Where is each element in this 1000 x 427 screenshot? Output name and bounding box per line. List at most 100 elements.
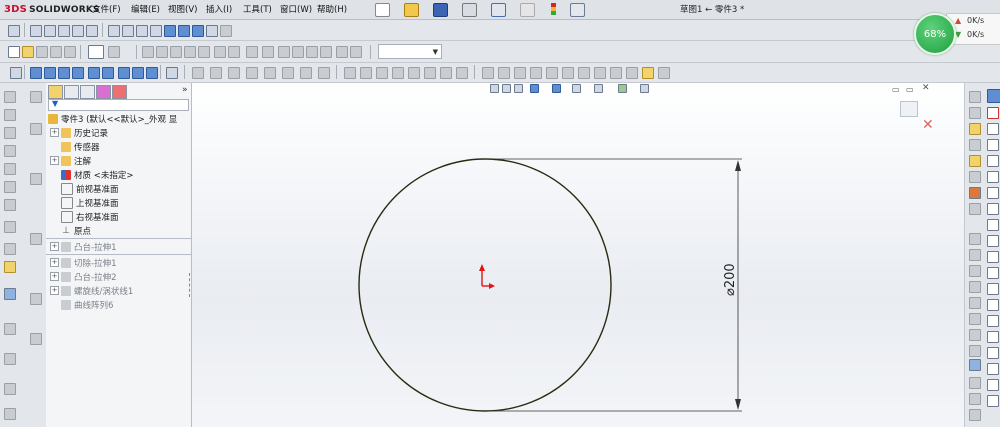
loft-icon[interactable] (72, 67, 84, 79)
ref-i-icon[interactable] (610, 67, 622, 79)
text-icon[interactable] (969, 329, 981, 341)
print-icon-2[interactable] (50, 46, 62, 58)
relation-icon[interactable] (969, 233, 981, 245)
tool-f-icon[interactable] (214, 46, 226, 58)
menu-file[interactable]: 文件(F) (92, 3, 121, 15)
tool-c-icon[interactable] (170, 46, 182, 58)
tree-root[interactable]: 零件3 (默认<<默认>_外观 显 (48, 112, 177, 125)
chamfer-icon[interactable] (118, 67, 130, 79)
view-3-icon[interactable] (136, 25, 148, 37)
configuration-tab-icon[interactable] (80, 85, 95, 99)
curves-icon[interactable] (166, 67, 178, 79)
strip-icon-16[interactable] (30, 293, 42, 305)
tool-d-icon[interactable] (184, 46, 196, 58)
line-icon[interactable] (987, 123, 999, 135)
menu-edit[interactable]: 编辑(E) (131, 3, 160, 15)
sketch-circle[interactable] (358, 158, 612, 412)
graphics-area[interactable]: ▭ ▭ ✕ ✕ ⌀200 (192, 83, 964, 427)
rebuild-icon[interactable] (551, 3, 556, 15)
ref-g-icon[interactable] (578, 67, 590, 79)
right-tool-1-icon[interactable] (969, 91, 981, 103)
strip-icon-1[interactable] (4, 91, 16, 103)
sketch-n-icon[interactable] (424, 67, 436, 79)
sketch-e-icon[interactable] (264, 67, 276, 79)
ref-b-icon[interactable] (498, 67, 510, 79)
sketch-j-icon[interactable] (360, 67, 372, 79)
tree-item-material[interactable]: 材质 <未指定> (50, 168, 133, 181)
view-palette-icon[interactable] (969, 171, 981, 183)
new-document-icon[interactable] (375, 3, 390, 17)
expand-icon[interactable]: + (50, 156, 59, 165)
sketch-a-icon[interactable] (192, 67, 204, 79)
strip-icon-7[interactable] (4, 199, 16, 211)
undo-icon[interactable] (491, 3, 506, 17)
ref-e-icon[interactable] (546, 67, 558, 79)
move-icon[interactable] (987, 347, 999, 359)
strip-icon-13[interactable] (30, 123, 42, 135)
strip-icon-18[interactable] (4, 323, 16, 335)
strip-icon-8[interactable] (4, 221, 16, 233)
tree-item-boss-extrude-1[interactable]: + 凸台-拉伸1 (50, 240, 116, 253)
smart-dim-icon[interactable] (969, 359, 981, 371)
shell-icon[interactable] (132, 67, 144, 79)
strip-icon-4[interactable] (4, 145, 16, 157)
tool-e-icon[interactable] (198, 46, 210, 58)
construction-icon[interactable] (969, 281, 981, 293)
smart-dimension-icon[interactable] (8, 25, 20, 37)
strip-icon-19[interactable] (4, 353, 16, 365)
sketch-b-icon[interactable] (210, 67, 222, 79)
extend-icon[interactable] (987, 299, 999, 311)
property-tab-icon[interactable] (64, 85, 79, 99)
redo-icon[interactable] (520, 3, 535, 17)
rotate-entity-icon[interactable] (987, 363, 999, 375)
ref-f-icon[interactable] (562, 67, 574, 79)
select-icon[interactable] (88, 45, 104, 59)
sketch-h-icon[interactable] (318, 67, 330, 79)
expand-icon[interactable]: + (50, 286, 59, 295)
menu-help[interactable]: 帮助(H) (317, 3, 347, 15)
sketch-c-icon[interactable] (228, 67, 240, 79)
centerline-icon[interactable] (969, 297, 981, 309)
display-relation-icon[interactable] (969, 265, 981, 277)
menu-tools[interactable]: 工具(T) (243, 3, 272, 15)
ref-h-icon[interactable] (594, 67, 606, 79)
expand-icon[interactable]: + (50, 242, 59, 251)
pan-icon[interactable] (72, 25, 84, 37)
appearances-icon[interactable] (969, 187, 981, 199)
strip-icon-12[interactable] (30, 91, 42, 103)
section-view-icon[interactable] (206, 25, 218, 37)
diameter-dimension-label[interactable]: ⌀200 (723, 263, 738, 296)
ref-l-icon[interactable] (658, 67, 670, 79)
tree-item-annotations[interactable]: + 注解 (50, 154, 91, 167)
tool-b-icon[interactable] (156, 46, 168, 58)
ref-c-icon[interactable] (514, 67, 526, 79)
rotate-icon[interactable] (58, 25, 70, 37)
strip-icon-17[interactable] (30, 333, 42, 345)
open-folder-icon[interactable] (404, 3, 419, 17)
ellipse-icon[interactable] (987, 219, 999, 231)
expand-icon[interactable]: + (50, 272, 59, 281)
scale-icon[interactable] (987, 379, 999, 391)
sweep-icon[interactable] (58, 67, 70, 79)
sketch-picture-icon[interactable] (969, 345, 981, 357)
polygon-icon[interactable] (987, 187, 999, 199)
tool-l-icon[interactable] (306, 46, 318, 58)
revolve-icon[interactable] (44, 67, 56, 79)
open-icon[interactable] (22, 46, 34, 58)
dimxpert-tab-icon[interactable] (96, 85, 111, 99)
vertical-dim-icon[interactable] (969, 393, 981, 405)
zoom-area-icon[interactable] (44, 25, 56, 37)
custom-properties-icon[interactable] (969, 203, 981, 215)
slot-icon[interactable] (987, 139, 999, 151)
tool-i-icon[interactable] (262, 46, 274, 58)
strip-icon-14[interactable] (30, 173, 42, 185)
anchor-icon[interactable] (10, 67, 22, 79)
rib-icon[interactable] (146, 67, 158, 79)
tree-item-boss-extrude-2[interactable]: + 凸台-拉伸2 (50, 270, 116, 283)
extrude-boss-icon[interactable] (30, 67, 42, 79)
add-relation-icon[interactable] (969, 249, 981, 261)
ref-a-icon[interactable] (482, 67, 494, 79)
print-icon[interactable] (462, 3, 477, 17)
file-explorer-icon[interactable] (969, 155, 981, 167)
configuration-dropdown[interactable]: ▼ (378, 44, 442, 59)
